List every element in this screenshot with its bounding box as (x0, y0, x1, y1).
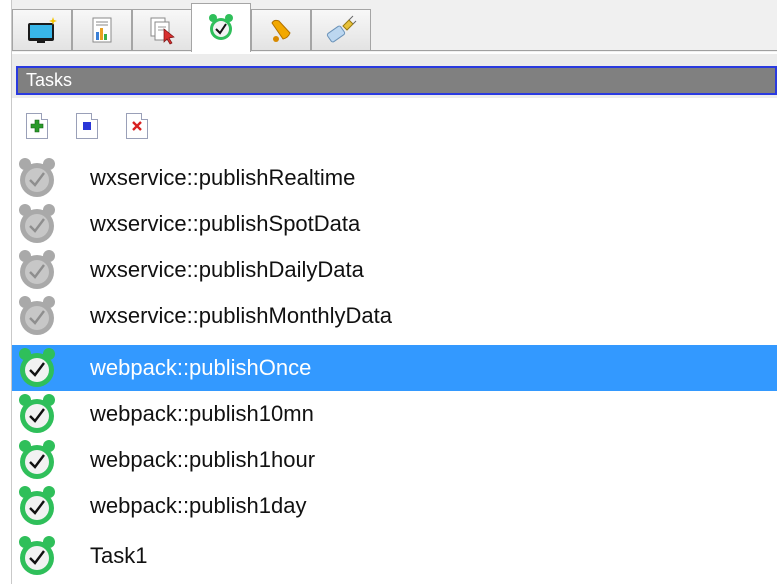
pages-icon (150, 17, 175, 45)
square-icon (83, 122, 91, 130)
bell-icon (271, 19, 291, 42)
task-row-webpack-publish10mn[interactable]: webpack::publish10mn (12, 391, 777, 437)
tab-tasks[interactable] (191, 3, 251, 52)
tasks-header-area: Tasks (12, 54, 777, 98)
page-fold (91, 113, 98, 120)
task-label: webpack::publishOnce (90, 355, 312, 380)
alarm-clock-icon (19, 486, 55, 525)
task-label: wxservice::publishRealtime (90, 165, 356, 190)
task-label: webpack::publish1hour (90, 447, 316, 472)
tab-strip-divider (12, 50, 777, 51)
task-row-wxservice-publishrealtime[interactable]: wxservice::publishRealtime (12, 155, 777, 201)
task-row-webpack-publishonce[interactable]: webpack::publishOnce (12, 345, 777, 391)
task-label: wxservice::publishSpotData (90, 211, 361, 236)
task-label: webpack::publish10mn (90, 401, 314, 426)
task-label: wxservice::publishMonthlyData (90, 303, 393, 328)
tasks-toolbar (12, 100, 777, 154)
tab-alarms[interactable] (251, 9, 311, 50)
window-edge (0, 0, 12, 584)
alarm-clock-disabled-icon (19, 296, 55, 335)
alarm-clock-disabled-icon (19, 158, 55, 197)
monitor-icon (28, 17, 57, 43)
task-row-webpack-publish1day[interactable]: webpack::publish1day (12, 483, 777, 529)
stop-task-button[interactable] (76, 113, 98, 139)
tab-chart[interactable] (72, 9, 132, 50)
task-row-webpack-publish1hour[interactable]: webpack::publish1hour (12, 437, 777, 483)
x-icon (132, 121, 142, 131)
tab-plugins[interactable] (311, 9, 371, 50)
panel-title: Tasks (16, 66, 777, 95)
tab-monitor[interactable] (12, 9, 72, 50)
task-label: webpack::publish1day (90, 493, 307, 518)
task-row-task1[interactable]: Task1 (12, 533, 777, 579)
alarm-clock-icon (19, 394, 55, 433)
alarm-clock-disabled-icon (19, 204, 55, 243)
page-fold (41, 113, 48, 120)
task-list: wxservice::publishRealtime wxservice::pu… (12, 155, 777, 584)
task-row-wxservice-publishdailydata[interactable]: wxservice::publishDailyData (12, 247, 777, 293)
plug-icon (326, 15, 357, 43)
alarm-clock-disabled-icon (19, 250, 55, 289)
task-manager-window: Tasks wxservice::publishRealtime wxservi… (0, 0, 777, 584)
alarm-clock-icon (19, 348, 55, 387)
page-fold (141, 113, 148, 120)
tab-strip (12, 0, 777, 52)
task-row-wxservice-publishspotdata[interactable]: wxservice::publishSpotData (12, 201, 777, 247)
alarm-clock-icon (19, 440, 55, 479)
task-label: Task1 (90, 543, 148, 568)
chart-icon (92, 17, 112, 43)
delete-task-button[interactable] (126, 113, 148, 139)
plus-icon (30, 119, 44, 133)
task-label: wxservice::publishDailyData (90, 257, 364, 282)
alarm-clock-icon (19, 536, 55, 575)
task-row-wxservice-publishmonthlydata[interactable]: wxservice::publishMonthlyData (12, 293, 777, 339)
alarm-clock-icon (209, 14, 233, 40)
add-task-button[interactable] (26, 113, 48, 139)
tab-pages[interactable] (132, 9, 192, 50)
